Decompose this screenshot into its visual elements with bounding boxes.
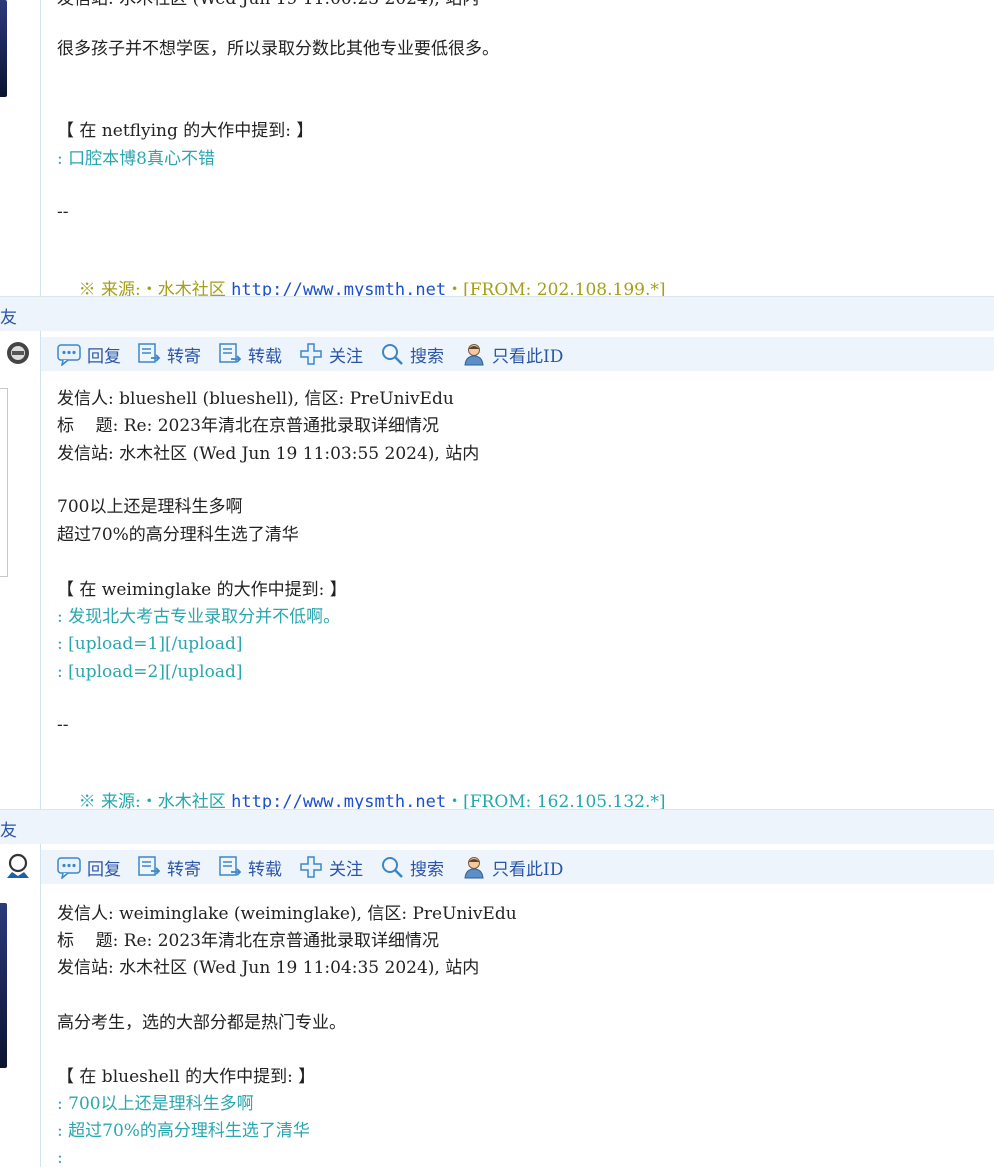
user-icon	[464, 344, 484, 366]
post-text: 高分考生，选的大部分都是热门专业。	[57, 1013, 346, 1033]
repost-icon	[219, 856, 242, 876]
only-id-label: 只看此ID	[492, 859, 564, 880]
post-body: 发信站: 水木社区 (Wed Jun 19 11:00:23 2024), 站内…	[57, 0, 994, 300]
quote-line: : 超过70%的高分理科生选了清华	[57, 1121, 310, 1141]
quote-header: 【 在 netflying 的大作中提到: 】	[57, 121, 314, 141]
follow-button[interactable]: 关注	[299, 855, 363, 880]
friend-link[interactable]: 好友	[0, 303, 17, 328]
forward-label: 转寄	[167, 346, 201, 367]
plus-icon	[300, 343, 322, 365]
post-text: 超过70%的高分理科生选了清华	[57, 525, 299, 545]
search-icon	[382, 344, 403, 365]
signature-separator: --	[57, 715, 69, 735]
quote-header: 【 在 blueshell 的大作中提到: 】	[57, 1067, 316, 1087]
forward-icon	[138, 856, 161, 876]
avatar	[0, 903, 7, 1068]
post-body: 发信人: blueshell (blueshell), 信区: PreUnivE…	[57, 388, 994, 812]
quote-line: :	[57, 1148, 63, 1168]
repost-button[interactable]: 转载	[218, 855, 282, 880]
user-status-icon	[7, 853, 29, 878]
quote-line: : 口腔本博8真心不错	[57, 149, 215, 169]
repost-label: 转载	[248, 859, 282, 880]
repost-button[interactable]: 转载	[218, 342, 282, 367]
only-id-label: 只看此ID	[492, 346, 564, 367]
forward-label: 转寄	[167, 859, 201, 880]
search-label: 搜索	[410, 859, 444, 880]
quote-line: : 700以上还是理科生多啊	[57, 1094, 254, 1114]
forward-button[interactable]: 转寄	[137, 342, 201, 367]
friend-row: 好友	[0, 296, 994, 331]
post-from: 发信人: weiminglake (weiminglake), 信区: PreU…	[57, 904, 517, 924]
post-station: 发信站: 水木社区 (Wed Jun 19 11:03:55 2024), 站内	[57, 444, 480, 464]
forward-icon	[138, 343, 161, 363]
reply-label: 回复	[87, 859, 121, 880]
post-station: 发信站: 水木社区 (Wed Jun 19 11:00:23 2024), 站内	[57, 0, 479, 10]
post-toolbar: 回复 转寄 转载 关注 搜索 只看此ID	[41, 850, 994, 884]
user-icon	[464, 857, 484, 879]
search-button[interactable]: 搜索	[380, 855, 444, 880]
reply-button[interactable]: 回复	[57, 342, 121, 367]
follow-button[interactable]: 关注	[299, 342, 363, 367]
quote-line: : [upload=1][/upload]	[57, 634, 243, 654]
post-text: 很多孩子并不想学医，所以录取分数比其他专业要低很多。	[57, 39, 499, 59]
friend-link[interactable]: 好友	[0, 816, 17, 841]
reply-button[interactable]: 回复	[57, 855, 121, 880]
forward-button[interactable]: 转寄	[137, 855, 201, 880]
quote-header: 【 在 weiminglake 的大作中提到: 】	[57, 580, 347, 600]
post-from: 发信人: blueshell (blueshell), 信区: PreUnivE…	[57, 389, 454, 409]
only-id-button[interactable]: 只看此ID	[462, 342, 564, 367]
quote-line: : 发现北大考古专业录取分并不低啊。	[57, 607, 341, 627]
quote-line: : [upload=2][/upload]	[57, 662, 243, 682]
search-icon	[382, 857, 403, 878]
signature-separator: --	[57, 202, 69, 222]
user-status-icon	[7, 342, 29, 364]
avatar	[0, 388, 8, 577]
post-title: 标 题: Re: 2023年清北在京普通批录取详细情况	[57, 931, 440, 951]
reply-label: 回复	[87, 346, 121, 367]
follow-label: 关注	[329, 859, 363, 880]
post-text: 700以上还是理科生多啊	[57, 497, 243, 517]
plus-icon	[300, 856, 322, 878]
reply-icon	[57, 344, 81, 366]
post-body: 发信人: weiminglake (weiminglake), 信区: PreU…	[57, 903, 994, 1168]
column-divider	[40, 0, 41, 1167]
repost-label: 转载	[248, 346, 282, 367]
follow-label: 关注	[329, 346, 363, 367]
search-label: 搜索	[410, 346, 444, 367]
post-station: 发信站: 水木社区 (Wed Jun 19 11:04:35 2024), 站内	[57, 958, 480, 978]
reply-icon	[57, 857, 81, 879]
repost-icon	[219, 343, 242, 363]
search-button[interactable]: 搜索	[380, 342, 444, 367]
only-id-button[interactable]: 只看此ID	[462, 855, 564, 880]
post-title: 标 题: Re: 2023年清北在京普通批录取详细情况	[57, 416, 440, 436]
post-toolbar: 回复 转寄 转载 关注 搜索 只看此ID	[41, 337, 994, 371]
avatar	[0, 0, 7, 97]
friend-row: 好友	[0, 809, 994, 844]
